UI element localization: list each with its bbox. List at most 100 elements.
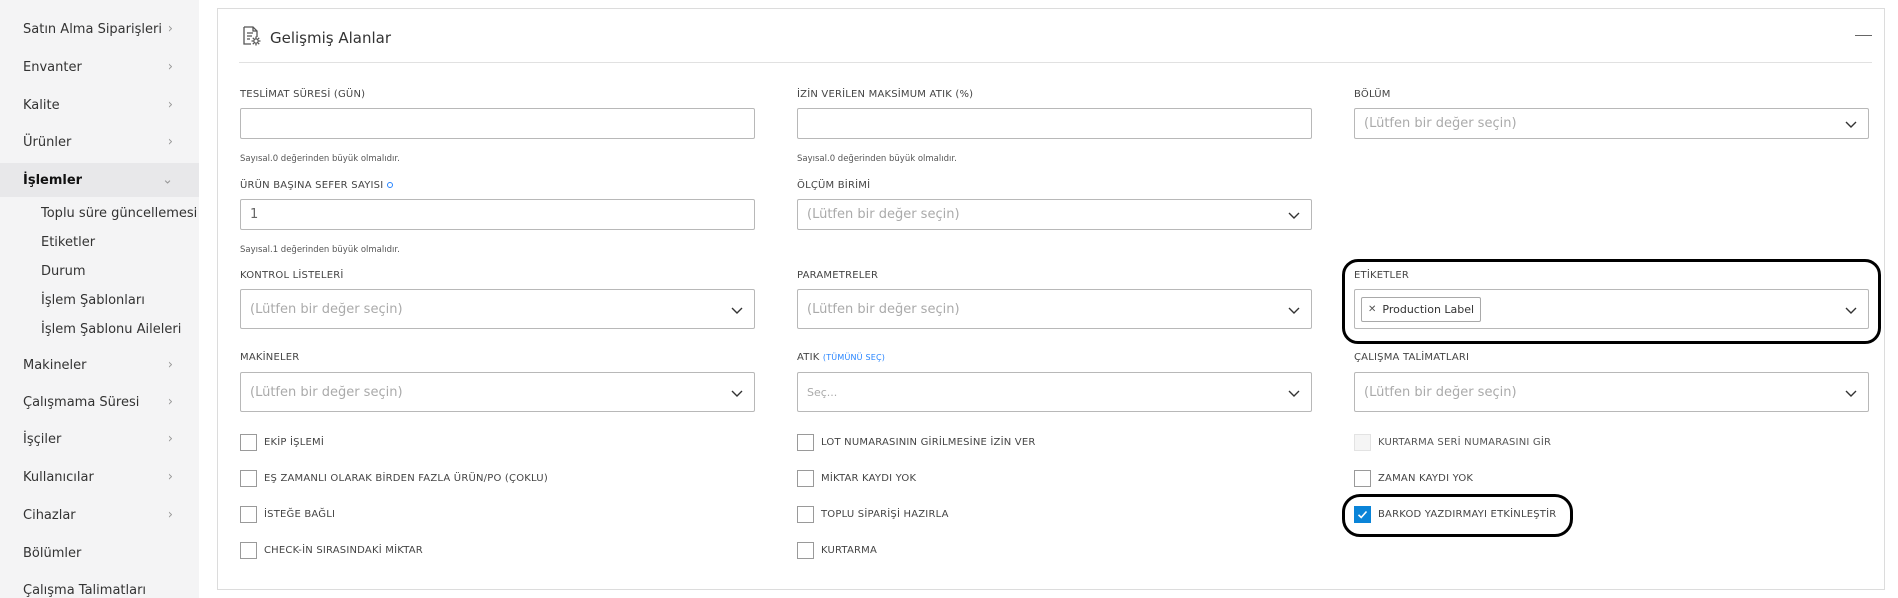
atik-max-hint: Sayısal.0 değerinden büyük olmalıdır. <box>797 154 957 164</box>
checkbox-box[interactable] <box>797 506 814 523</box>
checkbox-box[interactable] <box>240 506 257 523</box>
sefer-input[interactable]: 1 <box>240 199 755 230</box>
sefer-value: 1 <box>250 207 259 222</box>
chevron-right-icon: › <box>167 59 173 75</box>
parametreler-placeholder: (Lütfen bir değer seçin) <box>807 301 960 317</box>
sidebar-item-label: Kullanıcılar <box>23 469 94 485</box>
barkod-highlight <box>1342 494 1573 537</box>
olcum-select[interactable]: (Lütfen bir değer seçin) <box>797 199 1312 230</box>
sidebar-item-kalite[interactable]: Kalite › <box>0 89 199 121</box>
collapse-icon[interactable] <box>1855 35 1872 36</box>
sidebar-item-label: Kalite <box>23 97 60 113</box>
teslimat-hint: Sayısal.0 değerinden büyük olmalıdır. <box>240 154 400 164</box>
sidebar-item-islemler[interactable]: İşlemler ⌄ <box>0 163 199 197</box>
select-all-link[interactable]: (TÜMÜNÜ SEÇ) <box>823 353 885 362</box>
chevron-down-icon <box>1845 390 1857 397</box>
sidebar-item-cihazlar[interactable]: Cihazlar › <box>0 499 199 531</box>
checkbox-label: İSTEĞE BAĞLI <box>264 509 336 520</box>
checkbox-label: CHECK-İN SIRASINDAKİ MİKTAR <box>264 545 423 556</box>
sidebar-subitem-durum[interactable]: Durum <box>41 264 86 279</box>
bolum-placeholder: (Lütfen bir değer seçin) <box>1364 116 1517 131</box>
chevron-down-icon <box>1288 390 1300 397</box>
sidebar-item-label: Satın Alma Siparişleri <box>23 21 162 37</box>
checkbox-zaman-kaydi-yok[interactable]: ZAMAN KAYDI YOK <box>1354 470 1473 487</box>
checkbox-coklu[interactable]: EŞ ZAMANLI OLARAK BİRDEN FAZLA ÜRÜN/PO (… <box>240 470 548 487</box>
chevron-right-icon: › <box>167 21 173 37</box>
checkbox-check-in-miktar[interactable]: CHECK-İN SIRASINDAKİ MİKTAR <box>240 542 423 559</box>
sidebar-item-label: İşçiler <box>23 431 62 447</box>
sidebar-subitem-etiketler[interactable]: Etiketler <box>41 235 95 250</box>
atik-max-input[interactable] <box>797 108 1312 139</box>
checkbox-box[interactable] <box>240 542 257 559</box>
teslimat-label: TESLİMAT SÜRESİ (GÜN) <box>240 89 366 100</box>
sidebar-item-urunler[interactable]: Ürünler › <box>0 126 199 158</box>
parametreler-label: PARAMETRELER <box>797 270 879 281</box>
chevron-down-icon <box>1288 212 1300 219</box>
sidebar-subitem-islem-sablonlari[interactable]: İşlem Şablonları <box>41 293 145 308</box>
sidebar-item-label: İşlemler <box>23 172 83 188</box>
makineler-label: MAKİNELER <box>240 352 300 363</box>
checkbox-label: EKİP İŞLEMİ <box>264 437 324 448</box>
checkbox-lot-numarasi[interactable]: LOT NUMARASININ GİRİLMESİNE İZİN VER <box>797 434 1036 451</box>
makineler-select[interactable]: (Lütfen bir değer seçin) <box>240 372 755 412</box>
atik-select[interactable]: Seç... <box>797 372 1312 412</box>
sidebar-item-kullanicilar[interactable]: Kullanıcılar › <box>0 461 199 493</box>
checkbox-ekip-islemi[interactable]: EKİP İŞLEMİ <box>240 434 324 451</box>
checkbox-toplu-siparis[interactable]: TOPLU SİPARİŞİ HAZIRLA <box>797 506 949 523</box>
sidebar-item-label: Bölümler <box>23 545 82 561</box>
checkbox-label: TOPLU SİPARİŞİ HAZIRLA <box>821 509 949 520</box>
sidebar-item-calismama-suresi[interactable]: Çalışmama Süresi › <box>0 386 199 418</box>
sidebar-item-calisma-talimatlari[interactable]: Çalışma Talimatları <box>0 574 199 598</box>
sefer-hint: Sayısal.1 değerinden büyük olmalıdır. <box>240 245 400 255</box>
chevron-right-icon: › <box>167 507 173 523</box>
talimatlar-select[interactable]: (Lütfen bir değer seçin) <box>1354 372 1869 412</box>
checkbox-box[interactable] <box>1354 434 1371 451</box>
checkbox-label: LOT NUMARASININ GİRİLMESİNE İZİN VER <box>821 437 1036 448</box>
checkbox-label: EŞ ZAMANLI OLARAK BİRDEN FAZLA ÜRÜN/PO (… <box>264 473 548 484</box>
chevron-right-icon: › <box>167 97 173 113</box>
sidebar-item-satin-alma[interactable]: Satın Alma Siparişleri › <box>0 13 199 45</box>
checkbox-box[interactable] <box>797 470 814 487</box>
info-icon[interactable] <box>387 182 394 188</box>
kontrol-select[interactable]: (Lütfen bir değer seçin) <box>240 289 755 329</box>
sidebar-subitem-islem-sablonu-aileleri[interactable]: İşlem Şablonu Aileleri <box>41 322 181 337</box>
chevron-down-icon <box>731 307 743 314</box>
sidebar-subitem-toplu-sure[interactable]: Toplu süre güncellemesi <box>41 206 197 221</box>
parametreler-select[interactable]: (Lütfen bir değer seçin) <box>797 289 1312 329</box>
atik-label: ATIK (TÜMÜNÜ SEÇ) <box>797 352 885 363</box>
sidebar-item-bolumler[interactable]: Bölümler <box>0 537 199 569</box>
checkbox-miktar-kaydi-yok[interactable]: MİKTAR KAYDI YOK <box>797 470 916 487</box>
checkbox-box[interactable] <box>797 542 814 559</box>
chevron-right-icon: › <box>167 469 173 485</box>
checkbox-istege-bagli[interactable]: İSTEĞE BAĞLI <box>240 506 335 523</box>
sidebar-item-label: Makineler <box>23 357 87 373</box>
divider <box>239 62 1872 63</box>
panel-header: Gelişmiş Alanlar <box>240 25 391 51</box>
chevron-down-icon <box>1845 121 1857 128</box>
chevron-right-icon: › <box>167 431 173 447</box>
sidebar-item-isciler[interactable]: İşçiler › <box>0 423 199 455</box>
chevron-down-icon <box>1288 307 1300 314</box>
chevron-right-icon: › <box>167 134 173 150</box>
sidebar: Satın Alma Siparişleri › Envanter › Kali… <box>0 0 199 598</box>
olcum-placeholder: (Lütfen bir değer seçin) <box>807 207 960 222</box>
checkbox-kurtarma-seri[interactable]: KURTARMA SERİ NUMARASINI GİR <box>1354 434 1551 451</box>
checkbox-kurtarma[interactable]: KURTARMA <box>797 542 877 559</box>
bolum-label: BÖLÜM <box>1354 89 1391 100</box>
teslimat-input[interactable] <box>240 108 755 139</box>
checkbox-box[interactable] <box>240 470 257 487</box>
talimatlar-label: ÇALIŞMA TALİMATLARI <box>1354 352 1470 363</box>
checkbox-box[interactable] <box>240 434 257 451</box>
sidebar-item-label: Çalışma Talimatları <box>23 582 147 598</box>
checkbox-label: ZAMAN KAYDI YOK <box>1378 473 1474 484</box>
sidebar-item-envanter[interactable]: Envanter › <box>0 51 199 83</box>
checkbox-box[interactable] <box>797 434 814 451</box>
sidebar-item-label: Cihazlar <box>23 507 76 523</box>
chevron-right-icon: › <box>167 394 173 410</box>
checkbox-box[interactable] <box>1354 470 1371 487</box>
olcum-label: ÖLÇÜM BİRİMİ <box>797 180 871 191</box>
sidebar-item-makineler[interactable]: Makineler › <box>0 349 199 381</box>
bolum-select[interactable]: (Lütfen bir değer seçin) <box>1354 108 1869 139</box>
chevron-down-icon: ⌄ <box>162 172 173 188</box>
chevron-right-icon: › <box>167 357 173 373</box>
